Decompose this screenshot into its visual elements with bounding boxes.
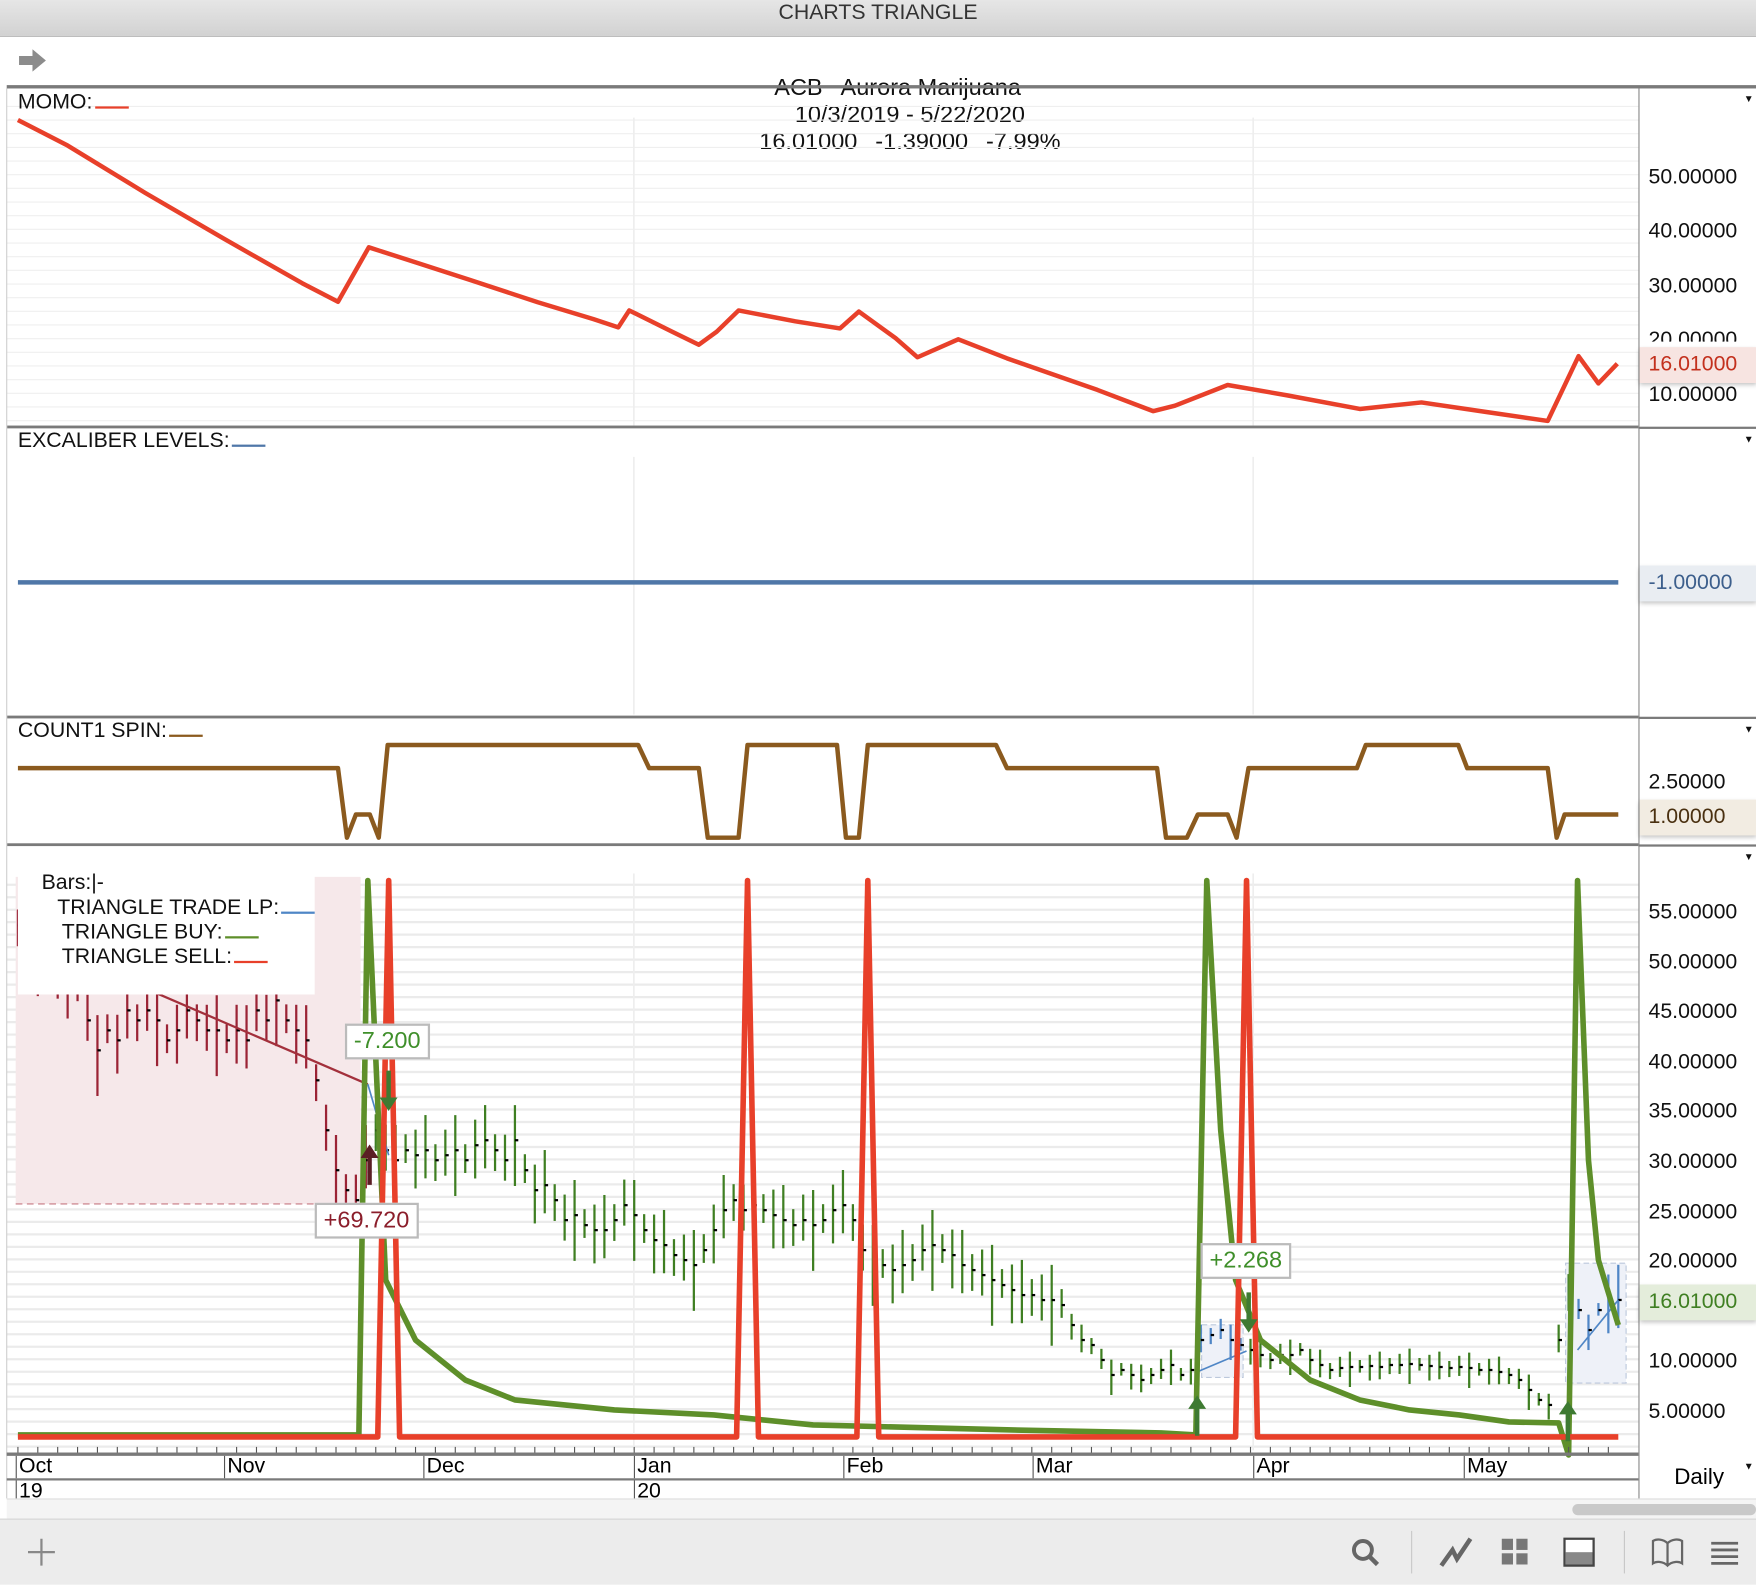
momo-label: MOMO:	[17, 90, 129, 116]
count-current-value: 1.00000	[1639, 799, 1756, 836]
tick-label: 20.00000	[1648, 328, 1738, 342]
interval-selector[interactable]: Daily	[1674, 1465, 1724, 1491]
trade-result-label: +69.720	[314, 1202, 419, 1239]
count-legend-swatch	[169, 719, 203, 737]
chart-line-icon[interactable]	[1439, 1535, 1473, 1569]
lp-label: TRIANGLE TRADE LP:	[57, 895, 280, 920]
month-label: Feb	[843, 1455, 883, 1479]
count-label-text: COUNT1 SPIN:	[17, 718, 167, 743]
tick-label: 45.00000	[1648, 1000, 1738, 1024]
bottom-toolbar	[0, 1518, 1756, 1585]
sell-swatch	[234, 945, 268, 964]
panel-menu-caret-icon[interactable]: ▼	[1744, 433, 1754, 444]
tick-label: 35.00000	[1648, 1099, 1738, 1124]
trade-result-label: +2.268	[1200, 1243, 1292, 1279]
tick-label: 40.00000	[1648, 1050, 1738, 1074]
divider	[6, 1478, 1639, 1481]
momo-label-text: MOMO:	[17, 90, 93, 115]
buy-swatch	[224, 921, 259, 939]
charts-window: CHARTS TRIANGLE ACBAurora Marijuana 10/3…	[0, 0, 1756, 1585]
month-label: Oct	[15, 1455, 52, 1479]
count-line	[17, 742, 1619, 840]
book-icon[interactable]	[1651, 1535, 1685, 1569]
count-axis[interactable]: ▼ 2.50000 1.00000	[1638, 716, 1756, 847]
price-legend: Bars:|- TRIANGLE TRADE LP: TRIANGLE BUY:…	[17, 846, 316, 995]
divider	[1623, 1530, 1625, 1574]
excaliber-legend-swatch	[231, 429, 266, 447]
bars-label: Bars:	[41, 871, 92, 895]
buy-label: TRIANGLE BUY:	[61, 920, 223, 945]
panel-icon[interactable]	[1562, 1535, 1596, 1569]
excaliber-label-text: EXCALIBER LEVELS:	[17, 428, 230, 453]
panel-menu-caret-icon[interactable]: ▼	[1744, 93, 1754, 104]
tick-label: 5.00000	[1648, 1399, 1726, 1424]
trade-result-label: -7.200	[344, 1023, 430, 1060]
tick-label: 10.00000	[1648, 383, 1738, 407]
month-label: Nov	[223, 1455, 265, 1479]
sell-label: TRIANGLE SELL:	[61, 945, 233, 969]
grid-icon[interactable]	[1498, 1535, 1532, 1569]
panel-divider	[6, 715, 1639, 719]
panel-menu-caret-icon[interactable]: ▼	[1744, 723, 1754, 734]
chart-plot-area[interactable]	[0, 0, 1756, 1584]
tick-label: 30.00000	[1648, 274, 1738, 298]
divider	[1411, 1530, 1413, 1574]
month-label: May	[1463, 1455, 1507, 1479]
price-axis[interactable]: ▼ 55.00000 50.00000 45.00000 40.00000 35…	[1638, 844, 1756, 1501]
count-label: COUNT1 SPIN:	[18, 719, 203, 744]
horizontal-scrollbar[interactable]	[6, 1498, 1756, 1520]
tick-label: 50.00000	[1648, 165, 1738, 190]
panel-menu-caret-icon[interactable]: ▼	[1744, 851, 1754, 862]
tick-label: 20.00000	[1648, 1249, 1738, 1274]
search-icon[interactable]	[1348, 1535, 1382, 1569]
month-label: Dec	[423, 1455, 465, 1479]
plus-icon[interactable]	[25, 1535, 59, 1569]
price-current-value: 16.01000	[1639, 1284, 1756, 1321]
month-label: Jan	[633, 1455, 672, 1479]
momo-legend-swatch	[94, 91, 129, 109]
momo-current-value: 16.01000	[1639, 347, 1756, 384]
tick-label: 2.50000	[1648, 770, 1726, 795]
menu-icon[interactable]	[1708, 1535, 1742, 1569]
month-label: Mar	[1032, 1455, 1073, 1479]
tick-label: 55.00000	[1648, 900, 1738, 924]
tick-label: 40.00000	[1648, 219, 1738, 244]
buy-arrow-icon	[1188, 1395, 1207, 1436]
interval-caret-icon[interactable]: ▼	[1744, 1460, 1754, 1471]
tick-label: 25.00000	[1648, 1200, 1738, 1225]
month-label: Apr	[1253, 1455, 1290, 1479]
bars-glyph: |-	[91, 871, 104, 895]
excaliber-label: EXCALIBER LEVELS:	[18, 429, 266, 454]
tick-label: 10.00000	[1648, 1349, 1738, 1373]
momo-axis[interactable]: ▼ 50.00000 40.00000 30.00000 20.00000 10…	[1638, 88, 1756, 427]
tick-label: 50.00000	[1648, 950, 1738, 975]
date-axis[interactable]: Oct Nov Dec Jan Feb Mar Apr May 19 20	[6, 1452, 1639, 1502]
excaliber-axis[interactable]: ▼ -1.00000	[1638, 426, 1756, 719]
excaliber-current-value: -1.00000	[1639, 565, 1756, 602]
scrollbar-thumb[interactable]	[1572, 1504, 1756, 1516]
lp-swatch	[281, 896, 316, 914]
tick-label: 30.00000	[1648, 1150, 1738, 1174]
